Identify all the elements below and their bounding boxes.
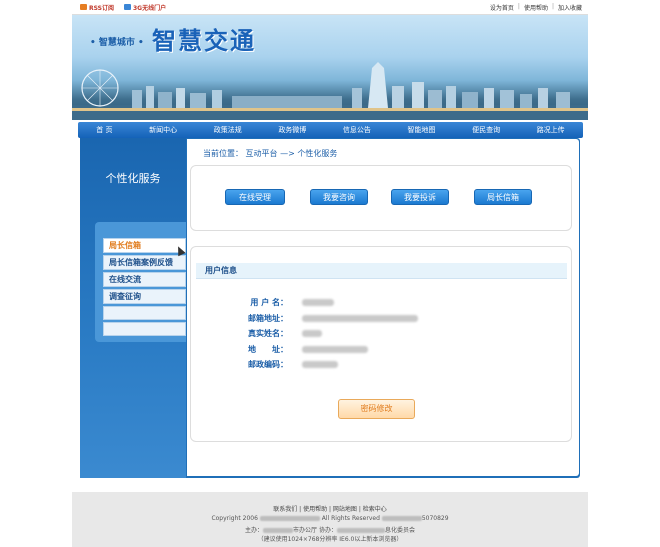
username-row: 用 户 名：	[240, 296, 334, 308]
nav-announcements[interactable]: 信息公告	[343, 125, 371, 135]
sidebar-title: 个性化服务	[105, 172, 161, 185]
sidebar-item-director-mailbox[interactable]: 局长信箱	[103, 238, 186, 253]
header-banner: • 智慧城市 • 智慧交通	[72, 15, 588, 120]
director-mailbox-button[interactable]: 局长信箱	[474, 189, 532, 205]
set-homepage-link[interactable]: 设为首页	[490, 3, 514, 12]
nav-news[interactable]: 新闻中心	[149, 125, 177, 135]
address-value-redacted	[302, 345, 368, 353]
user-info-heading: 用户信息	[196, 263, 567, 279]
sidebar-item-online-chat[interactable]: 在线交流	[103, 272, 186, 287]
nav-policy[interactable]: 政策法规	[214, 125, 242, 135]
help-link[interactable]: 使用帮助	[524, 3, 548, 12]
complaint-button[interactable]: 我要投诉	[391, 189, 449, 205]
change-password-button[interactable]: 密码修改	[338, 399, 415, 419]
footer-copyright: Copyright 2006 All Rights Reserved 50708…	[211, 515, 449, 522]
top-utility-bar: RSS订阅 3G无线门户 设为首页 | 使用帮助 | 加入收藏	[72, 0, 588, 15]
postcode-label: 邮政编码：	[248, 359, 288, 369]
email-row: 邮箱地址：	[240, 312, 418, 324]
sidebar-menu: 局长信箱 局长信箱案例反馈 在线交流 调查征询	[103, 238, 186, 338]
nav-query[interactable]: 便民查询	[472, 125, 500, 135]
nav-map[interactable]: 智能地图	[408, 125, 436, 135]
rss-link[interactable]: RSS订阅	[80, 3, 114, 12]
site-title: 智慧交通	[152, 27, 256, 55]
online-service-button[interactable]: 在线受理	[225, 189, 285, 205]
address-row: 地 址：	[240, 343, 368, 355]
wap-link[interactable]: 3G无线门户	[124, 3, 166, 12]
username-value-redacted	[302, 298, 334, 306]
footer-browser-note: （建议使用1024×768分辨率 IE6.0以上新本浏览器）	[257, 536, 403, 543]
add-favorite-link[interactable]: 加入收藏	[558, 3, 582, 12]
email-value-redacted	[302, 314, 418, 322]
realname-label: 真实姓名：	[248, 328, 288, 338]
nav-home[interactable]: 首 页	[96, 125, 112, 135]
consult-button[interactable]: 我要咨询	[310, 189, 368, 205]
sidebar-item-empty	[103, 322, 186, 336]
sidebar-item-mailbox-feedback[interactable]: 局长信箱案例反馈	[103, 255, 186, 270]
banner-tag: • 智慧城市 •	[90, 38, 144, 48]
username-label: 用 户 名：	[250, 297, 288, 307]
sidebar-item-empty	[103, 306, 186, 320]
nav-traffic-upload[interactable]: 路况上传	[537, 125, 565, 135]
realname-row: 真实姓名：	[240, 327, 322, 339]
breadcrumb: 当前位置： 互动平台 —> 个性化服务	[203, 149, 338, 158]
footer-links[interactable]: 联系我们 | 使用帮助 | 网站地图 | 检索中心	[72, 504, 588, 513]
mobile-icon	[124, 4, 131, 10]
nav-weibo[interactable]: 政务微博	[278, 125, 306, 135]
postcode-row: 邮政编码：	[240, 358, 338, 370]
main-nav: 首 页 新闻中心 政策法规 政务微博 信息公告 智能地图 便民查询 路况上传	[78, 122, 583, 138]
rss-icon	[80, 4, 87, 10]
footer-host: 主办： 市办公厅 协办： 息化委员会	[245, 527, 415, 534]
realname-value-redacted	[302, 329, 322, 337]
address-label: 地 址：	[248, 344, 288, 354]
city-skyline-image	[72, 62, 588, 120]
email-label: 邮箱地址：	[248, 313, 288, 323]
postcode-value-redacted	[302, 360, 338, 368]
sidebar-item-survey[interactable]: 调查征询	[103, 289, 186, 304]
